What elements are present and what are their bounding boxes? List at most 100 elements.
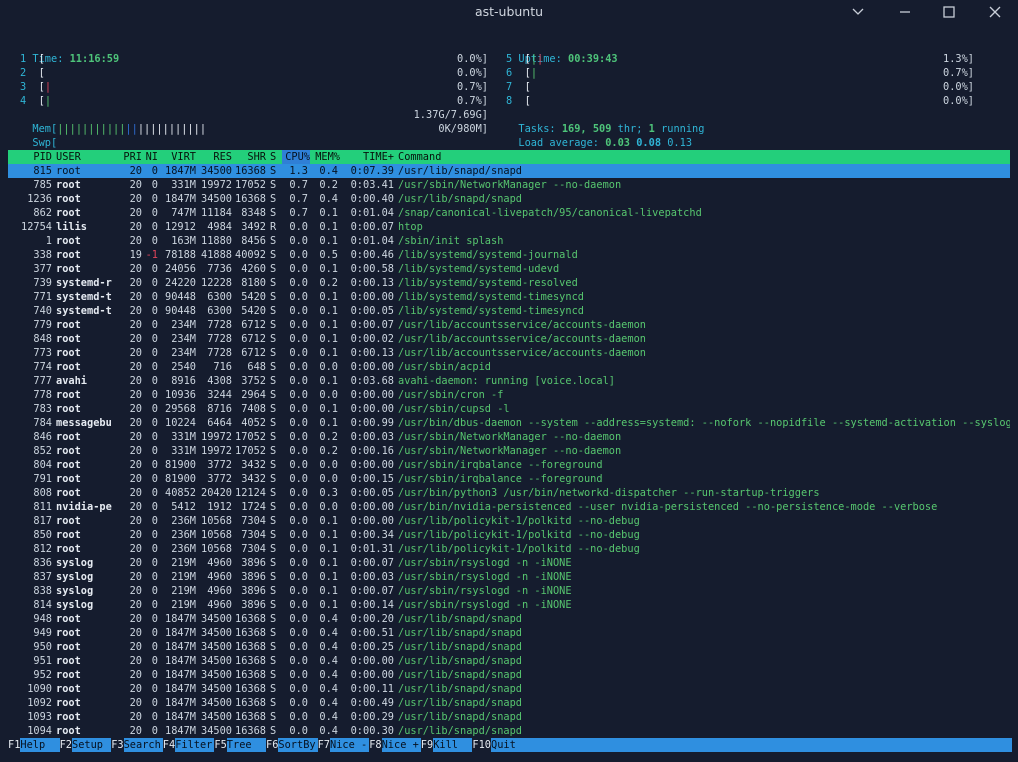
cell-cpu: 0.0 xyxy=(289,347,308,359)
table-row[interactable]: 739 systemd-r 20 0 24220 12228 8180 S 0.0 0.2 0:00… xyxy=(8,276,1010,290)
table-row[interactable]: 338 root 19 -1 78188 41888 40092 S 0.0 0.5 0:00.46… xyxy=(8,248,1010,262)
table-row[interactable]: 778 root 20 0 10936 3244 2964 S 0.0 0.0 0:00.00/us… xyxy=(8,388,1010,402)
fkey-f7-button[interactable]: Nice - xyxy=(330,738,370,752)
cell-res: 4960 xyxy=(207,585,232,597)
cell-s: S xyxy=(270,487,277,499)
table-row[interactable]: 812 root 20 0 236M 10568 7304 S 0.0 0.1 0:01.31/us… xyxy=(8,542,1010,556)
close-icon[interactable] xyxy=(975,0,1015,24)
table-row[interactable]: 1093 root 20 0 1847M 34500 16368 S 0.0 0.4 0:00.29… xyxy=(8,710,1010,724)
table-row[interactable]: 817 root 20 0 236M 10568 7304 S 0.0 0.1 0:00.00/us… xyxy=(8,514,1010,528)
cell-cpu: 0.0 xyxy=(289,235,308,247)
table-row[interactable]: 837 syslog 20 0 219M 4960 3896 S 0.0 0.1 0:00.03/u… xyxy=(8,570,1010,584)
cell-pri: 20 xyxy=(129,291,142,303)
table-row[interactable]: 836 syslog 20 0 219M 4960 3896 S 0.0 0.1 0:00.07/u… xyxy=(8,556,1010,570)
cell-user: root xyxy=(56,697,81,709)
fkey-f2-button[interactable]: Setup xyxy=(72,738,112,752)
fkey-f8-button[interactable]: Nice + xyxy=(381,738,421,752)
fkey-f8: F8 xyxy=(369,738,382,752)
cell-time: 0:00.49 xyxy=(350,697,394,709)
cell-res: 4960 xyxy=(207,557,232,569)
table-row[interactable]: 1090 root 20 0 1847M 34500 16368 S 0.0 0.4 0:00.11… xyxy=(8,682,1010,696)
table-row[interactable]: 814 syslog 20 0 219M 4960 3896 S 0.0 0.1 0:00.14/u… xyxy=(8,598,1010,612)
fkey-f6-button[interactable]: SortBy xyxy=(278,738,318,752)
table-row[interactable]: 785 root 20 0 331M 19972 17052 S 0.7 0.2 0:03.41/u… xyxy=(8,178,1010,192)
table-row[interactable]: 740 systemd-t 20 0 90448 6300 5420 S 0.0 0.1 0:00.… xyxy=(8,304,1010,318)
cell-shr: 6712 xyxy=(241,347,266,359)
load-average-meter: Load average: 0.03 0.08 0.13 xyxy=(506,122,692,149)
table-row[interactable]: 948 root 20 0 1847M 34500 16368 S 0.0 0.4 0:00.20 /… xyxy=(8,612,1010,626)
cell-pri: 20 xyxy=(129,319,142,331)
cell-ni: -1 xyxy=(145,249,158,261)
table-row[interactable]: 952 root 20 0 1847M 34500 16368 S 0.0 0.4 0:00.00 /… xyxy=(8,668,1010,682)
column-ni[interactable]: NI xyxy=(144,150,158,164)
column-shr[interactable]: SHR xyxy=(232,150,266,164)
table-row[interactable]: 1092 root 20 0 1847M 34500 16368 S 0.0 0.4 0:00.49… xyxy=(8,696,1010,710)
cell-pid: 377 xyxy=(33,263,52,275)
table-row[interactable]: 1 root 20 0 163M 11880 8456 S 0.0 0.1 0:01.04/sbin… xyxy=(8,234,1010,248)
cell-pid: 12754 xyxy=(21,221,52,233)
cell-time: 0:00.05 xyxy=(350,487,394,499)
minimize-icon[interactable] xyxy=(885,0,925,24)
table-row[interactable]: 862 root 20 0 747M 11184 8348 S 0.7 0.1 0:01.04/sn… xyxy=(8,206,1010,220)
column-virt[interactable]: VIRT xyxy=(158,150,196,164)
cell-pid: 852 xyxy=(33,445,52,457)
column-res[interactable]: RES xyxy=(196,150,232,164)
maximize-icon[interactable] xyxy=(929,0,969,24)
cell-user: messagebu xyxy=(56,417,112,429)
cell-command: avahi-daemon: running [voice.local] xyxy=(398,375,615,387)
cell-pri: 20 xyxy=(129,193,142,205)
column-state[interactable]: S xyxy=(270,150,276,164)
table-row[interactable]: 804 root 20 0 81900 3772 3432 S 0.0 0.0 0:00.00/us… xyxy=(8,458,1010,472)
fkey-f4-button[interactable]: Filter xyxy=(175,738,215,752)
cell-time: 0:03.68 xyxy=(350,375,394,387)
table-row[interactable]: 838 syslog 20 0 219M 4960 3896 S 0.0 0.1 0:00.07/u… xyxy=(8,584,1010,598)
fkey-f1-button[interactable]: Help xyxy=(20,738,60,752)
table-row[interactable]: 1094 root 20 0 1847M 34500 16368 S 0.0 0.4 0:00.30… xyxy=(8,724,1010,738)
cell-virt: 331M xyxy=(171,431,196,443)
fkey-f9-button[interactable]: Kill xyxy=(433,738,473,752)
column-cpu[interactable]: CPU% xyxy=(282,150,310,164)
cell-res: 19972 xyxy=(201,445,232,457)
table-row[interactable]: 783 root 20 0 29568 8716 7408 S 0.0 0.1 0:00.00/us… xyxy=(8,402,1010,416)
table-row[interactable]: 12754 lilis 20 0 12912 4984 3492 R 0.0 0.1 0:00.07… xyxy=(8,220,1010,234)
fkey-f10-button[interactable]: Quit xyxy=(491,738,1012,752)
fkey-f5-button[interactable]: Tree xyxy=(226,738,266,752)
cell-command: /usr/lib/policykit-1/polkitd --no-debug xyxy=(398,515,640,527)
cell-virt: 219M xyxy=(171,557,196,569)
chevron-down-icon[interactable] xyxy=(838,0,878,24)
table-row[interactable]: 949 root 20 0 1847M 34500 16368 S 0.0 0.4 0:00.51 /… xyxy=(8,626,1010,640)
cell-command: /usr/sbin/cupsd -l xyxy=(398,403,510,415)
cell-virt: 10224 xyxy=(165,417,196,429)
cell-mem: 0.1 xyxy=(319,291,338,303)
table-row[interactable]: 777 avahi 20 0 8916 4308 3752 S 0.0 0.1 0:03.68 ava… xyxy=(8,374,1010,388)
table-row[interactable]: 774 root 20 0 2540 716 648 S 0.0 0.0 0:00.00/usr/s… xyxy=(8,360,1010,374)
column-mem[interactable]: MEM% xyxy=(312,150,340,164)
table-row[interactable]: 950 root 20 0 1847M 34500 16368 S 0.0 0.4 0:00.25 /… xyxy=(8,640,1010,654)
table-row[interactable]: 852 root 20 0 331M 19972 17052 S 0.0 0.2 0:00.16/u… xyxy=(8,444,1010,458)
table-row[interactable]: 773 root 20 0 234M 7728 6712 S 0.0 0.1 0:00.13/usr… xyxy=(8,346,1010,360)
column-time[interactable]: TIME+ xyxy=(342,150,394,164)
table-row-selected[interactable]: 815 root 20 0 1847M 34500 16368 S 1.3 0.4 0:07.39 /… xyxy=(8,164,1010,178)
table-row[interactable]: 771 systemd-t 20 0 90448 6300 5420 S 0.0 0.1 0:00.… xyxy=(8,290,1010,304)
column-pri[interactable]: PRI xyxy=(116,150,142,164)
table-row[interactable]: 791 root 20 0 81900 3772 3432 S 0.0 0.0 0:00.15/us… xyxy=(8,472,1010,486)
fkey-f3-button[interactable]: Search xyxy=(123,738,163,752)
table-row[interactable]: 808 root 20 0 40852 20420 12124 S 0.0 0.3 0:00.05 /… xyxy=(8,486,1010,500)
table-row[interactable]: 1236 root 20 0 1847M 34500 16368 S 0.7 0.4 0:00.40… xyxy=(8,192,1010,206)
cell-shr: 4052 xyxy=(241,417,266,429)
table-row[interactable]: 779 root 20 0 234M 7728 6712 S 0.0 0.1 0:00.07/usr… xyxy=(8,318,1010,332)
table-row[interactable]: 784 messagebu 20 0 10224 6464 4052 S 0.0 0.1 0:00.… xyxy=(8,416,1010,430)
table-row[interactable]: 377 root 20 0 24056 7736 4260 S 0.0 0.1 0:00.58/li… xyxy=(8,262,1010,276)
column-pid[interactable]: PID xyxy=(8,150,52,164)
cell-cpu: 0.0 xyxy=(289,697,308,709)
cell-shr: 16368 xyxy=(235,655,266,667)
table-row[interactable]: 848 root 20 0 234M 7728 6712 S 0.0 0.1 0:00.02/usr… xyxy=(8,332,1010,346)
table-row[interactable]: 850 root 20 0 236M 10568 7304 S 0.0 0.1 0:00.34/us… xyxy=(8,528,1010,542)
cell-command: /usr/lib/snapd/snapd xyxy=(398,613,522,625)
table-row[interactable]: 811 nvidia-pe 20 0 5412 1912 1724 S 0.0 0.0 0:00.0… xyxy=(8,500,1010,514)
cell-cpu: 0.0 xyxy=(289,571,308,583)
column-command[interactable]: Command xyxy=(398,150,441,164)
table-row[interactable]: 951 root 20 0 1847M 34500 16368 S 0.0 0.4 0:00.00 /… xyxy=(8,654,1010,668)
table-row[interactable]: 846 root 20 0 331M 19972 17052 S 0.0 0.2 0:00.03/u… xyxy=(8,430,1010,444)
column-user[interactable]: USER xyxy=(56,150,81,164)
